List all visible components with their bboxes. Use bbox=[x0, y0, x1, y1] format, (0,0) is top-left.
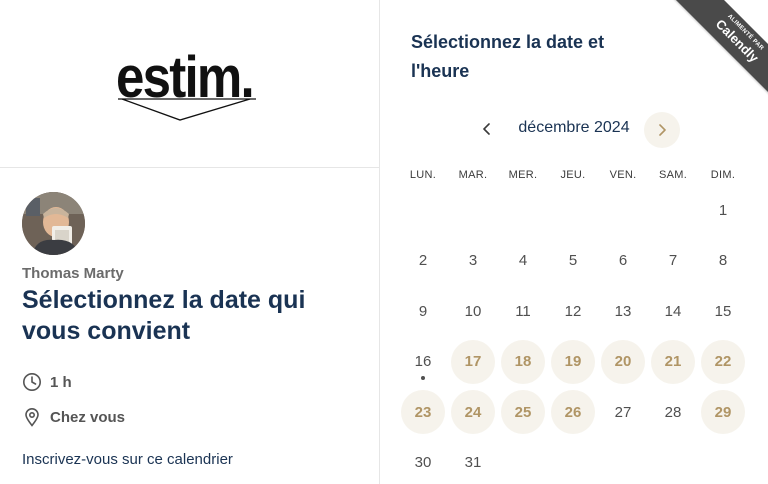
calendar-day: 8 bbox=[701, 239, 745, 283]
calendar-day-number: 9 bbox=[418, 302, 428, 320]
calendar-day-number: 22 bbox=[714, 353, 732, 370]
calendar-day-available[interactable]: 25 bbox=[501, 390, 545, 434]
calendar-day-available[interactable]: 23 bbox=[401, 390, 445, 434]
calendar-day: 11 bbox=[501, 289, 545, 333]
calendar-day-number: 6 bbox=[618, 252, 628, 269]
calendar-day-number: 29 bbox=[714, 403, 732, 421]
event-duration: 1 h bbox=[22, 371, 72, 393]
calendar-day-number: 28 bbox=[664, 403, 682, 421]
calendar-day-number: 21 bbox=[664, 353, 682, 370]
weekday-label: MER. bbox=[508, 169, 538, 181]
calendar-day-number: 25 bbox=[514, 403, 532, 421]
calendar-day-number: 8 bbox=[718, 252, 728, 269]
clock-icon bbox=[23, 373, 41, 391]
map-pin-icon bbox=[25, 408, 39, 427]
calendar-day-available[interactable]: 17 bbox=[451, 339, 495, 384]
calendar-day: 31 bbox=[451, 441, 495, 484]
today-indicator bbox=[421, 375, 425, 380]
month-label: décembre 2024 bbox=[518, 119, 630, 136]
calendar-day-number: 31 bbox=[464, 454, 482, 471]
calendar-day-number: 1 bbox=[718, 201, 728, 219]
weekday-label: LUN. bbox=[409, 169, 437, 181]
calendar-day-number: 7 bbox=[668, 252, 678, 269]
calendar-panel: Sélectionnez la date et l'heure décembre… bbox=[380, 0, 768, 484]
calendar-day-available[interactable]: 19 bbox=[551, 339, 595, 384]
calendar-day: 3 bbox=[451, 239, 495, 283]
calendar-day: 10 bbox=[451, 289, 495, 333]
calendar-day-number: 16 bbox=[414, 353, 432, 370]
weekday-label: SAM. bbox=[658, 169, 688, 181]
calendar-day-available[interactable]: 18 bbox=[501, 339, 545, 384]
calendar-day-available[interactable]: 21 bbox=[651, 339, 695, 384]
calendar-day: 7 bbox=[651, 239, 695, 283]
calendar-day-available[interactable]: 29 bbox=[701, 390, 745, 434]
calendar-day: 12 bbox=[551, 289, 595, 333]
calendar-day-number: 19 bbox=[564, 353, 582, 370]
brand-logo: estim. bbox=[116, 46, 258, 126]
calendar-day-number: 20 bbox=[614, 353, 632, 370]
calendar-day-number: 3 bbox=[468, 252, 478, 269]
calendar-day-number: 11 bbox=[515, 302, 531, 320]
calendar-grid: 1 2 3 4 5 6 7 8 9 10 11 12 13 14 15 16 17 18 19 20 21 22 23 24 2… bbox=[398, 186, 748, 484]
weekday-header: LUN. MAR. MER. JEU. VEN. SAM. DIM. bbox=[398, 169, 748, 183]
logo-area: estim. bbox=[0, 0, 379, 168]
event-title: Sélectionnez la date qui vous convient bbox=[22, 286, 306, 345]
calendar-day-number: 30 bbox=[414, 454, 432, 471]
calendar-day: 14 bbox=[651, 289, 695, 333]
calendar-day: 28 bbox=[651, 390, 695, 434]
signup-link[interactable]: Inscrivez-vous sur ce calendrier bbox=[22, 451, 233, 468]
calendar-day-number: 13 bbox=[614, 302, 632, 320]
calendar-day-number: 10 bbox=[464, 302, 482, 320]
calendar-day: 6 bbox=[601, 239, 645, 283]
calendar-day-number: 24 bbox=[464, 403, 482, 421]
calendar-day: 9 bbox=[401, 289, 445, 333]
calendar-day: 30 bbox=[401, 441, 445, 484]
calendar-day: 2 bbox=[401, 239, 445, 283]
event-duration-text: 1 h bbox=[50, 373, 72, 391]
weekday-label: VEN. bbox=[609, 169, 637, 181]
calendar-day-number: 5 bbox=[568, 252, 578, 269]
calendar-day-number: 17 bbox=[464, 353, 482, 370]
calendar-day-number: 4 bbox=[518, 252, 528, 269]
calendar-day-number: 23 bbox=[414, 403, 432, 421]
logo-chevron-icon bbox=[118, 98, 256, 121]
next-month-button[interactable] bbox=[644, 112, 680, 148]
avatar bbox=[22, 192, 85, 255]
calendar-day: 5 bbox=[551, 239, 595, 283]
calendly-ribbon[interactable]: ALIMENTÉ PAR Calendly bbox=[673, 0, 768, 100]
event-location-text: Chez vous bbox=[50, 408, 126, 426]
calendar-day-number: 2 bbox=[418, 252, 428, 269]
event-location: Chez vous bbox=[22, 406, 125, 428]
calendar-title: Sélectionnez la date et l'heure bbox=[411, 32, 605, 81]
calendar-day-available[interactable]: 20 bbox=[601, 339, 645, 384]
calendar-day: 15 bbox=[701, 289, 745, 333]
calendar-day-available[interactable]: 26 bbox=[551, 390, 595, 434]
calendar-day: 13 bbox=[601, 289, 645, 333]
calendly-badge[interactable]: ALIMENTÉ PAR Calendly bbox=[668, 0, 768, 100]
calendar-day-number: 12 bbox=[564, 302, 582, 320]
calendar-day-number: 18 bbox=[514, 353, 532, 370]
calendar-day: 1 bbox=[701, 188, 745, 232]
host-name: Thomas Marty bbox=[22, 265, 124, 282]
calendar-day: 4 bbox=[501, 239, 545, 283]
calendar-day: 27 bbox=[601, 390, 645, 434]
calendar-day-number: 15 bbox=[714, 302, 732, 320]
calendar-day-number: 14 bbox=[664, 302, 682, 320]
calendar-day-number: 27 bbox=[614, 403, 632, 421]
chevron-right-icon bbox=[659, 124, 666, 136]
calendar-day-number: 26 bbox=[564, 403, 582, 421]
calendar-day-available[interactable]: 24 bbox=[451, 390, 495, 434]
calendar-day-available[interactable]: 22 bbox=[701, 339, 745, 384]
weekday-label: DIM. bbox=[710, 169, 736, 181]
calendar-day: 16 bbox=[401, 340, 445, 384]
weekday-label: JEU. bbox=[560, 169, 586, 181]
event-info-panel: estim. Thomas Marty Sélectionnez la date… bbox=[0, 0, 380, 484]
weekday-label: MAR. bbox=[458, 169, 488, 181]
